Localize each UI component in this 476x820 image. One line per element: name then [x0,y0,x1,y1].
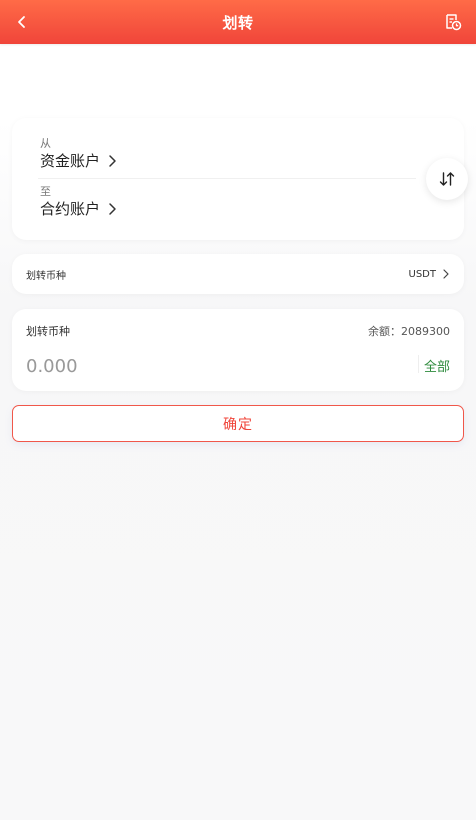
coin-label: 划转币种 [26,270,66,282]
coin-value: USDT [408,268,436,280]
swap-arrows-icon [439,172,455,186]
amount-header: 划转币种 余额：2089300 [26,323,450,339]
top-bar: 划转 [0,0,476,44]
to-account: 至 合约账户 [40,185,117,219]
from-account-select[interactable]: 资金账户 [40,151,117,171]
coin-value-wrap: USDT [409,269,449,280]
from-label: 从 [40,137,51,150]
divider [418,355,419,373]
record-clock-icon [446,14,462,31]
transfer-records-button[interactable] [442,11,464,33]
to-account-name: 合约账户 [40,200,101,218]
transfer-page: 划转 从 资金账户 至 合约账户 划转币种 USDT 划转币种 余额：20893… [0,0,476,820]
amount-label: 划转币种 [26,325,70,338]
chevron-right-icon [108,202,117,216]
swap-accounts-button[interactable] [426,158,468,200]
from-account: 从 资金账户 [40,137,117,171]
available-balance: 余额：2089300 [368,325,450,338]
amount-card: 划转币种 余额：2089300 全部 [12,309,464,391]
from-account-name: 资金账户 [40,152,101,170]
account-selector-card: 从 资金账户 至 合约账户 [12,118,468,240]
to-account-select[interactable]: 合约账户 [40,199,117,219]
chevron-right-icon [108,154,117,168]
to-label: 至 [40,185,51,198]
back-button[interactable] [12,12,32,32]
transfer-all-button[interactable]: 全部 [424,356,450,375]
chevron-right-icon [443,269,449,279]
divider [38,178,416,179]
chevron-left-icon [18,16,25,28]
confirm-button[interactable]: 确定 [12,405,464,442]
amount-input[interactable] [26,352,386,380]
coin-selector[interactable]: 划转币种 USDT [12,254,464,294]
page-title: 划转 [222,13,254,32]
